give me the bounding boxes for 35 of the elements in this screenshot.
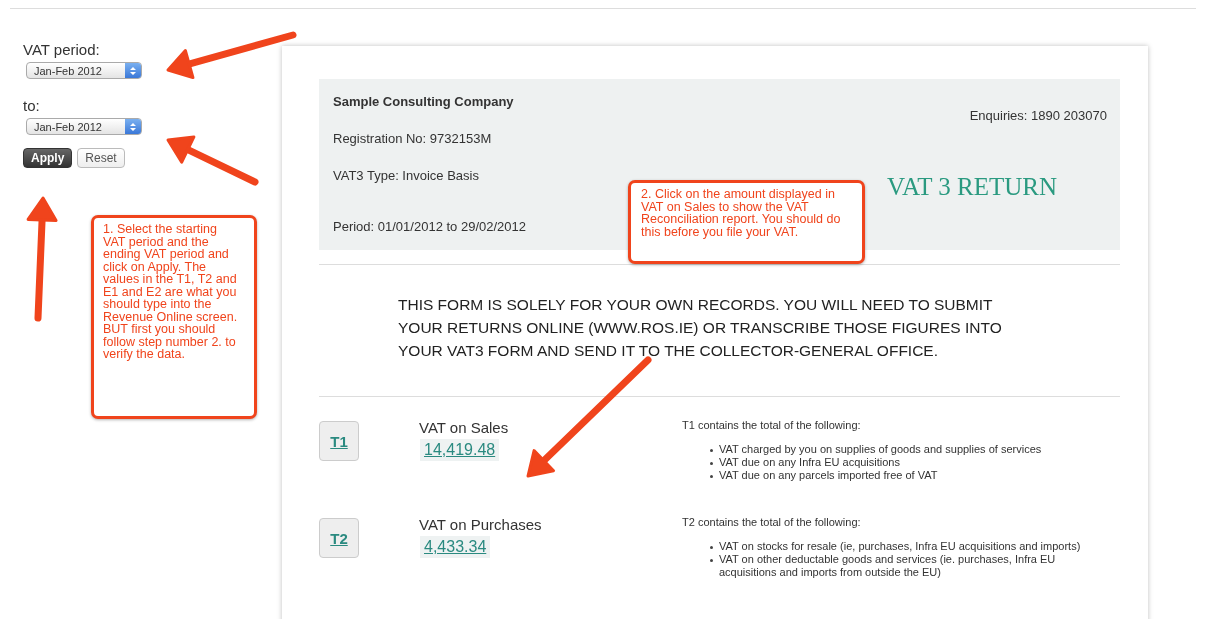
stepper-icon bbox=[125, 119, 141, 134]
bullet-icon bbox=[710, 475, 713, 478]
report-title: VAT 3 RETURN bbox=[887, 173, 1057, 201]
box-code-link[interactable]: T1 bbox=[319, 421, 359, 461]
bullet-icon bbox=[710, 559, 713, 562]
amount-link[interactable]: 14,419.48 bbox=[420, 439, 500, 461]
period-select[interactable]: Jan-Feb 2012 bbox=[26, 118, 142, 135]
description-item: VAT due on any parcels imported free of VAT bbox=[719, 469, 938, 482]
registration-number: Registration No: 9732153M bbox=[333, 131, 493, 146]
amount-label: VAT on Sales bbox=[419, 419, 509, 436]
period-range: Period: 01/01/2012 to 29/02/2012 bbox=[333, 219, 526, 234]
company-name: Sample Consulting Company bbox=[333, 94, 515, 109]
apply-button[interactable]: Apply bbox=[23, 148, 73, 168]
bullet-icon bbox=[710, 546, 713, 549]
enquiries-number: Enquiries: 1890 203070 bbox=[969, 108, 1107, 123]
description-item: VAT due on any Infra EU acquisitions bbox=[719, 456, 900, 469]
stepper-icon bbox=[125, 63, 141, 78]
amount-label: VAT on Purchases bbox=[419, 516, 542, 533]
description-item: VAT charged by you on supplies of goods and supplies of services bbox=[719, 443, 1042, 456]
box-code-link[interactable]: T2 bbox=[319, 518, 359, 558]
bullet-icon bbox=[710, 462, 713, 465]
amount-link[interactable]: 4,433.34 bbox=[420, 536, 491, 558]
description-item: VAT on other deductable goods and services (ie. purchases, Infra EU acquisitions and imports from outside the EU) bbox=[719, 553, 1057, 579]
description-intro: T1 contains the total of the following: bbox=[682, 419, 861, 431]
field-label: VAT period: bbox=[23, 41, 100, 58]
description-intro: T2 contains the total of the following: bbox=[682, 516, 861, 528]
description-item: VAT on stocks for resale (ie, purchases, Infra EU acquisitions and imports) bbox=[719, 540, 1081, 553]
vat-type: VAT3 Type: Invoice Basis bbox=[333, 168, 480, 183]
field-label: to: bbox=[23, 97, 40, 114]
callout-note: 2. Click on the amount displayed in VAT on Sales to show the VAT Reconciliation report. You should do this before you file your VAT. bbox=[628, 180, 865, 264]
callout-note: 1. Select the starting VAT period and the ending VAT period and click on Apply. The values in the T1, T2 and E1 and E2 are what you should type into the Revenue Online screen. BUT first you should follow step number 2. to verify the data. bbox=[91, 215, 257, 419]
reset-button[interactable]: Reset bbox=[77, 148, 125, 168]
period-select[interactable]: Jan-Feb 2012 bbox=[26, 62, 142, 79]
notice-text: THIS FORM IS SOLELY FOR YOUR OWN RECORDS. YOU WILL NEED TO SUBMIT YOUR RETURNS ONLINE (WWW.ROS.IE) OR TRANSCRIBE THOSE FIGURES INTO YOUR VAT3 FORM AND SEND IT TO THE COLLECTOR-GENERAL OFFICE. bbox=[398, 295, 1003, 361]
bullet-icon bbox=[710, 449, 713, 452]
